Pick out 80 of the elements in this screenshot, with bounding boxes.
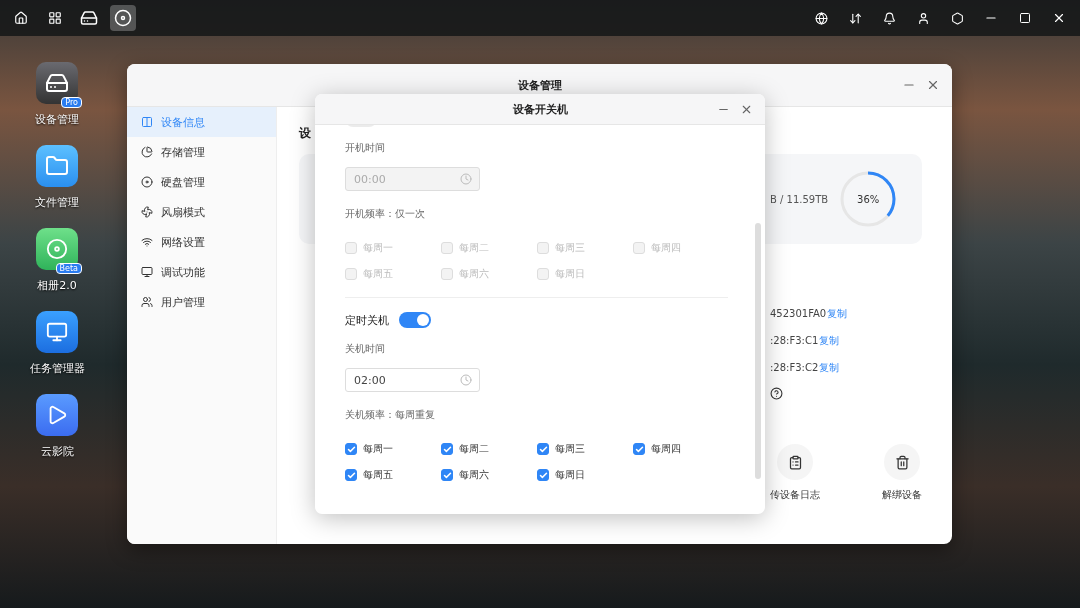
close-button[interactable] <box>926 78 940 92</box>
app-icon[interactable] <box>36 394 78 436</box>
checkbox[interactable] <box>345 443 357 455</box>
taskbar-app[interactable] <box>110 5 136 31</box>
copy-link[interactable]: 复制 <box>819 333 840 348</box>
checkbox[interactable] <box>537 469 549 481</box>
clock-icon <box>460 173 472 185</box>
app-label: 相册2.0 <box>37 278 77 293</box>
app-badge: Pro <box>61 97 82 108</box>
pie-icon <box>141 146 153 158</box>
disk-icon <box>141 176 153 188</box>
info-icon <box>141 116 153 128</box>
time-field[interactable]: 02:00 <box>345 368 480 392</box>
checkbox[interactable] <box>537 443 549 455</box>
info-value: :28:F3:C1 <box>770 335 819 346</box>
help-icon[interactable] <box>770 387 783 400</box>
day-label: 每周四 <box>651 442 681 456</box>
clipboard-icon <box>787 454 803 470</box>
app-label: 任务管理器 <box>29 361 85 376</box>
app-label: 云影院 <box>40 444 74 459</box>
frequency-text: 开机频率：仅一次 <box>345 207 426 221</box>
app-icon[interactable] <box>36 311 78 353</box>
monitor-icon <box>141 266 153 278</box>
checkbox[interactable] <box>345 469 357 481</box>
scrollbar[interactable] <box>755 223 761 479</box>
day-label: 每周三 <box>555 442 585 456</box>
nas-icon <box>45 71 69 95</box>
section-heading: 设 <box>299 125 312 142</box>
window-title: 设备管理 <box>517 77 562 93</box>
close-icon[interactable] <box>1052 11 1066 25</box>
action-label: 传设备日志 <box>770 488 820 502</box>
info-value: 452301FA0 <box>770 308 827 319</box>
transfer-icon[interactable] <box>848 11 862 25</box>
sidebar-item[interactable]: 调试功能 <box>127 257 276 287</box>
day-label: 每周六 <box>459 468 489 482</box>
nas-icon <box>80 9 98 27</box>
home-icon[interactable] <box>14 11 28 25</box>
day-label: 每周一 <box>363 442 393 456</box>
info-value: :28:F3:C2 <box>770 362 819 373</box>
day-label: 每周二 <box>459 442 489 456</box>
action-button[interactable] <box>884 444 920 480</box>
app-badge: Beta <box>55 263 82 274</box>
storage-usage: B / 11.59TB <box>770 193 829 205</box>
app-label: 设备管理 <box>35 112 79 127</box>
frequency-text: 关机频率：每周重复 <box>345 408 436 422</box>
fan-icon <box>141 206 153 218</box>
copy-link[interactable]: 复制 <box>827 306 848 321</box>
app-label: 文件管理 <box>35 195 79 210</box>
sidebar-item[interactable]: 网络设置 <box>127 227 276 257</box>
bell-icon[interactable] <box>882 11 896 25</box>
dialog-title: 设备开关机 <box>512 101 568 117</box>
field-label: 关机时间 <box>345 342 386 356</box>
sidebar-item[interactable]: 硬盘管理 <box>127 167 276 197</box>
checkbox[interactable] <box>441 469 453 481</box>
checkbox[interactable] <box>441 443 453 455</box>
user-icon[interactable] <box>916 11 930 25</box>
users-icon <box>141 296 153 308</box>
disk-icon <box>114 9 132 27</box>
toggle-switch[interactable] <box>399 312 431 328</box>
network-icon <box>141 236 153 248</box>
app-icon[interactable] <box>36 145 78 187</box>
checkbox[interactable] <box>633 443 645 455</box>
sidebar-item[interactable]: 用户管理 <box>127 287 276 317</box>
clock-icon <box>460 374 472 386</box>
day-label: 每周五 <box>363 468 393 482</box>
field-label: 开机时间 <box>345 141 386 155</box>
folder-icon <box>45 154 69 178</box>
trash-icon <box>894 454 910 470</box>
action-label: 解绑设备 <box>882 488 922 502</box>
maximize-icon[interactable] <box>1019 12 1031 24</box>
section-title: 定时关机 <box>345 312 389 328</box>
globe-icon[interactable] <box>814 11 828 25</box>
sidebar-item[interactable]: 存储管理 <box>127 137 276 167</box>
usage-percent: 36% <box>857 193 880 205</box>
day-label: 每周日 <box>555 468 585 482</box>
sidebar-item[interactable]: 风扇模式 <box>127 197 276 227</box>
action-button[interactable] <box>777 444 813 480</box>
copy-link[interactable]: 复制 <box>819 360 840 375</box>
settings-icon[interactable] <box>950 11 964 25</box>
grid-icon[interactable] <box>48 11 62 25</box>
